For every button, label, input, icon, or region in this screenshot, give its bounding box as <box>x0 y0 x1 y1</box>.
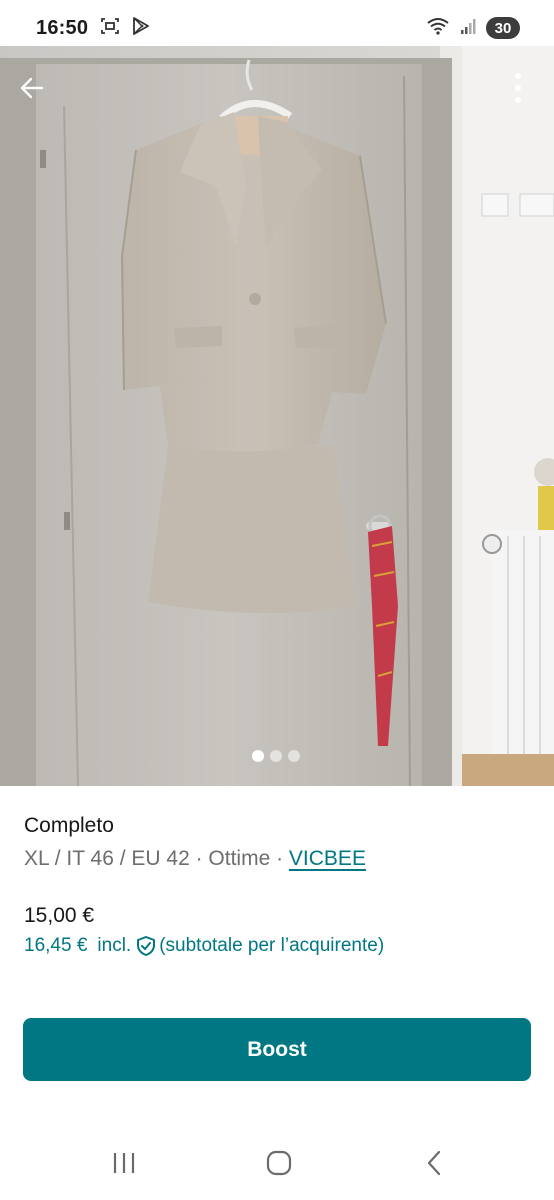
arrow-left-icon <box>18 74 46 102</box>
item-photo-image <box>0 46 554 786</box>
carousel-dot[interactable] <box>288 750 300 762</box>
wifi-icon <box>426 16 450 41</box>
price-with-protection[interactable]: 16,45 € incl. (subtotale per l’acquirent… <box>24 932 534 960</box>
battery-indicator: 30 <box>486 17 520 39</box>
item-photo[interactable] <box>0 46 554 786</box>
home-button[interactable] <box>254 1140 304 1190</box>
system-back-button[interactable] <box>409 1140 459 1190</box>
boost-button[interactable]: Boost <box>23 1018 531 1081</box>
navigation-bar <box>0 1130 554 1200</box>
item-details: XL / IT 46 / EU 42 · Ottime · <box>24 847 289 870</box>
more-vertical-icon <box>513 72 523 104</box>
price-incl-label: incl. <box>97 935 132 956</box>
play-store-icon <box>132 16 150 41</box>
carousel-dot[interactable] <box>270 750 282 762</box>
item-price: 15,00 € <box>24 904 95 927</box>
shield-check-icon <box>135 935 157 957</box>
item-title: Completo <box>24 814 114 837</box>
more-options-button[interactable] <box>496 66 540 110</box>
screenshot-icon <box>100 16 120 41</box>
item-meta: XL / IT 46 / EU 42 · Ottime · VICBEE <box>24 844 534 874</box>
back-button[interactable] <box>10 66 54 110</box>
chevron-left-icon <box>424 1150 444 1181</box>
status-right: 30 <box>426 16 520 41</box>
signal-icon <box>460 17 476 40</box>
item-info: Completo XL / IT 46 / EU 42 · Ottime · V… <box>24 812 534 960</box>
price-incl-value: 16,45 € <box>24 935 88 956</box>
recent-apps-button[interactable] <box>99 1140 149 1190</box>
carousel-dot[interactable] <box>252 750 264 762</box>
status-time: 16:50 <box>36 16 89 39</box>
carousel-indicator <box>252 750 300 762</box>
home-icon <box>266 1150 292 1181</box>
brand-link[interactable]: VICBEE <box>289 847 366 870</box>
status-left: 16:50 <box>36 16 150 41</box>
recent-apps-icon <box>111 1151 137 1180</box>
price-incl-note: (subtotale per l’acquirente) <box>159 935 385 956</box>
